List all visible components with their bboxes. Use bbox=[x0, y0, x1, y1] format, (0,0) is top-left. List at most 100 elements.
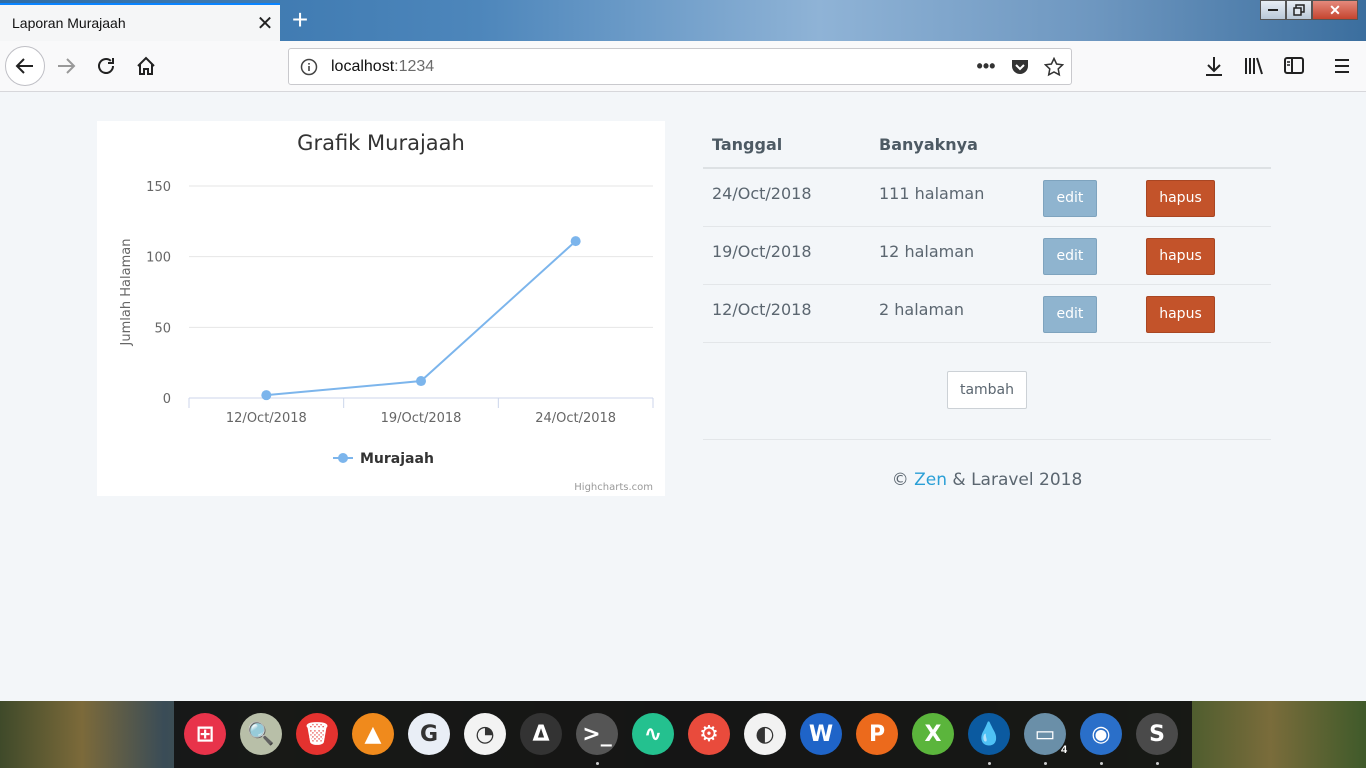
data-point bbox=[570, 236, 581, 247]
navigation-toolbar: localhost:1234 ••• bbox=[0, 41, 1366, 92]
firefox-icon[interactable]: ◉ bbox=[1080, 713, 1122, 755]
settings-icon[interactable]: ⚙ bbox=[688, 713, 730, 755]
tambah-button[interactable]: tambah bbox=[947, 371, 1027, 409]
table-row: 19/Oct/2018 12 halaman edit hapus bbox=[703, 227, 1271, 285]
hamburger-icon bbox=[1335, 59, 1349, 73]
page-actions-icon[interactable]: ••• bbox=[969, 56, 1003, 77]
zen-link[interactable]: Zen bbox=[914, 470, 947, 490]
table-row: 24/Oct/2018 111 halaman edit hapus bbox=[703, 169, 1271, 227]
reload-icon bbox=[98, 58, 114, 74]
firefox-dev-icon[interactable]: G bbox=[408, 713, 450, 755]
line-chart: Grafik Murajaah 0 50 100 150 12/Oct/2018 19/Oc… bbox=[119, 131, 654, 493]
word-icon[interactable]: W bbox=[800, 713, 842, 755]
sidebar-icon bbox=[1284, 57, 1304, 74]
y-tick-label: 0 bbox=[163, 392, 171, 407]
files-badge: 4 bbox=[1061, 744, 1068, 756]
trash-icon[interactable]: 🗑 bbox=[296, 713, 338, 755]
forward-button[interactable] bbox=[46, 46, 86, 86]
browser-tab[interactable]: Laporan Murajaah ✕ bbox=[0, 3, 280, 41]
url-port: :1234 bbox=[394, 57, 435, 75]
chart-credits: Highcharts.com bbox=[574, 482, 653, 493]
running-indicator bbox=[1100, 762, 1103, 765]
cell-banyaknya: 2 halaman bbox=[879, 300, 964, 319]
cell-tanggal: 12/Oct/2018 bbox=[712, 300, 812, 319]
disk-usage-icon[interactable]: ◔ bbox=[464, 713, 506, 755]
bookmark-star-icon[interactable] bbox=[1037, 56, 1071, 77]
address-bar[interactable]: localhost:1234 ••• bbox=[288, 48, 1072, 85]
header-banyaknya: Banyaknya bbox=[879, 135, 978, 154]
cell-tanggal: 24/Oct/2018 bbox=[712, 184, 812, 203]
y-tick-label: 50 bbox=[154, 321, 171, 336]
edit-button[interactable]: edit bbox=[1043, 180, 1097, 217]
series-line bbox=[266, 240, 577, 397]
reload-button[interactable] bbox=[86, 46, 126, 86]
table-row: 12/Oct/2018 2 halaman edit hapus bbox=[703, 285, 1271, 343]
forward-arrow-icon bbox=[58, 58, 76, 74]
table-header: Tanggal Banyaknya bbox=[703, 122, 1271, 169]
new-tab-button[interactable]: + bbox=[284, 6, 316, 36]
y-tick-label: 150 bbox=[146, 180, 171, 195]
data-point bbox=[416, 376, 426, 387]
hapus-button[interactable]: hapus bbox=[1146, 238, 1215, 275]
menu-button[interactable] bbox=[1322, 46, 1362, 86]
minimize-button[interactable] bbox=[1260, 0, 1286, 20]
hapus-button[interactable]: hapus bbox=[1146, 180, 1215, 217]
download-icon bbox=[1206, 57, 1222, 76]
files-icon[interactable]: ▭ bbox=[1024, 713, 1066, 755]
system-monitor-icon[interactable]: ∿ bbox=[632, 713, 674, 755]
library-icon bbox=[1245, 57, 1263, 75]
url-text[interactable]: localhost:1234 bbox=[329, 58, 969, 76]
footer-suffix: & Laravel 2018 bbox=[952, 470, 1083, 490]
tab-bar: Laporan Murajaah ✕ + ✕ bbox=[0, 0, 1366, 41]
edit-button[interactable]: edit bbox=[1043, 296, 1097, 333]
copyright-symbol: © bbox=[891, 470, 909, 490]
home-button[interactable] bbox=[126, 46, 166, 86]
search-icon[interactable]: 🔍 bbox=[240, 713, 282, 755]
maximize-button[interactable] bbox=[1286, 0, 1312, 20]
chart-title: Grafik Murajaah bbox=[297, 131, 465, 155]
murajaah-table: Tanggal Banyaknya 24/Oct/2018 111 halaman… bbox=[703, 122, 1271, 490]
windows-icon[interactable]: ⊞ bbox=[184, 713, 226, 755]
divider bbox=[703, 439, 1271, 440]
cell-banyaknya: 111 halaman bbox=[879, 184, 985, 203]
running-indicator bbox=[596, 762, 599, 765]
eclipse-icon[interactable]: ◐ bbox=[744, 713, 786, 755]
vlc-icon[interactable]: ▲ bbox=[352, 713, 394, 755]
window-controls: ✕ bbox=[1260, 0, 1358, 20]
close-window-button[interactable]: ✕ bbox=[1312, 0, 1358, 20]
header-tanggal: Tanggal bbox=[712, 135, 783, 154]
hapus-button[interactable]: hapus bbox=[1146, 296, 1215, 333]
x-tick-label: 19/Oct/2018 bbox=[381, 411, 462, 426]
terminal-icon[interactable]: >_ bbox=[576, 713, 618, 755]
presentation-icon[interactable]: P bbox=[856, 713, 898, 755]
info-icon[interactable] bbox=[289, 58, 329, 76]
close-tab-icon[interactable]: ✕ bbox=[250, 11, 280, 36]
tab-title: Laporan Murajaah bbox=[12, 15, 126, 31]
running-indicator bbox=[1156, 762, 1159, 765]
drop-icon[interactable]: 💧 bbox=[968, 713, 1010, 755]
home-icon bbox=[137, 56, 155, 75]
footer: © Zen & Laravel 2018 bbox=[703, 470, 1271, 490]
pocket-icon[interactable] bbox=[1003, 58, 1037, 76]
back-arrow-icon bbox=[15, 58, 33, 74]
data-point bbox=[261, 390, 272, 401]
url-host: localhost bbox=[331, 57, 395, 75]
y-axis-label: Jumlah Halaman bbox=[119, 239, 134, 347]
running-indicator bbox=[1044, 762, 1047, 765]
spreadsheet-icon[interactable]: X bbox=[912, 713, 954, 755]
legend-marker bbox=[338, 453, 348, 463]
running-indicator bbox=[988, 762, 991, 765]
cell-tanggal: 19/Oct/2018 bbox=[712, 242, 812, 261]
chart-panel: Grafik Murajaah 0 50 100 150 12/Oct/2018 19/Oc… bbox=[97, 121, 665, 496]
x-tick-label: 12/Oct/2018 bbox=[226, 411, 307, 426]
inkscape-icon[interactable]: Δ bbox=[520, 713, 562, 755]
back-button[interactable] bbox=[5, 46, 45, 86]
legend-label: Murajaah bbox=[360, 451, 434, 467]
library-button[interactable] bbox=[1234, 46, 1274, 86]
y-tick-label: 100 bbox=[146, 251, 171, 266]
dock: ⊞ 🔍 🗑 ▲ G ◔ Δ >_ ∿ ⚙ ◐ W P X 💧 ▭ ◉ S bbox=[174, 701, 1192, 768]
sublime-icon[interactable]: S bbox=[1136, 713, 1178, 755]
sidebar-button[interactable] bbox=[1274, 46, 1314, 86]
downloads-button[interactable] bbox=[1194, 46, 1234, 86]
edit-button[interactable]: edit bbox=[1043, 238, 1097, 275]
